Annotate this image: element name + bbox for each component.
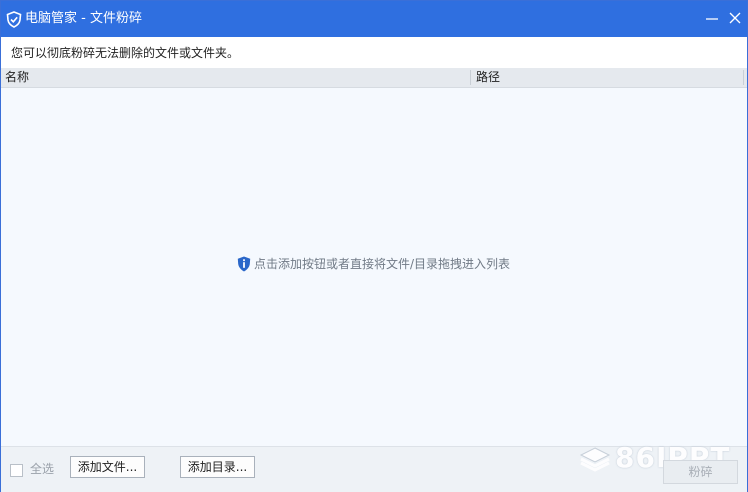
bottom-toolbar: 全选 添加文件... 添加目录... 86IPPT 粉碎 [1, 442, 747, 492]
list-header: 名称 路径 [1, 68, 747, 88]
column-header-name[interactable]: 名称 [5, 70, 29, 84]
file-list[interactable]: 点击添加按钮或者直接将文件/目录拖拽进入列表 [1, 88, 747, 446]
description-text: 您可以彻底粉碎无法删除的文件或文件夹。 [11, 46, 240, 60]
title-bar[interactable]: 电脑管家 - 文件粉碎 [1, 1, 747, 37]
empty-hint-text: 点击添加按钮或者直接将文件/目录拖拽进入列表 [254, 257, 511, 271]
shred-button[interactable]: 粉碎 [663, 460, 738, 484]
description-bar: 您可以彻底粉碎无法删除的文件或文件夹。 [1, 37, 747, 68]
window-title: 电脑管家 - 文件粉碎 [25, 11, 142, 26]
add-directory-button[interactable]: 添加目录... [180, 456, 255, 478]
column-divider-end[interactable] [743, 70, 744, 85]
add-file-button[interactable]: 添加文件... [70, 456, 145, 478]
shield-check-icon [6, 11, 22, 28]
info-icon [237, 256, 251, 272]
close-icon[interactable] [726, 9, 744, 27]
column-header-path[interactable]: 路径 [476, 70, 500, 84]
column-divider[interactable] [470, 70, 471, 85]
file-shredder-window: 电脑管家 - 文件粉碎 您可以彻底粉碎无法删除的文件或文件夹。 名称 路径 点击… [0, 0, 748, 492]
select-all-label[interactable]: 全选 [30, 462, 54, 476]
minimize-icon[interactable] [703, 9, 721, 27]
select-all-checkbox[interactable] [10, 464, 23, 477]
layers-logo-icon [579, 446, 611, 472]
